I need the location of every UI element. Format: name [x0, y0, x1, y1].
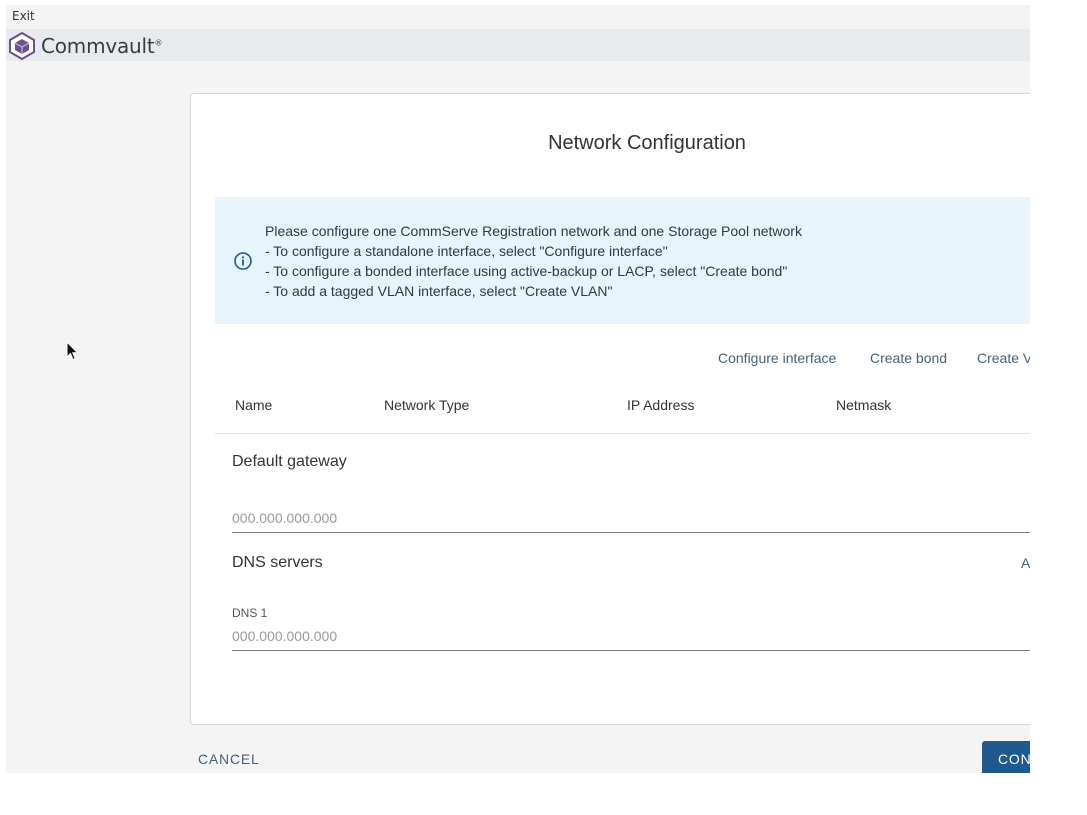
commvault-logo-icon	[9, 32, 35, 60]
network-config-dialog: Network Configuration Please configure o…	[190, 93, 1030, 725]
cancel-button[interactable]: CANCEL	[198, 751, 260, 767]
network-table-header: Name Network Type IP Address Netmask	[215, 384, 1030, 434]
column-header-name[interactable]: Name	[235, 397, 272, 413]
configure-interface-button[interactable]: Configure interface	[718, 350, 836, 366]
create-bond-button[interactable]: Create bond	[870, 350, 947, 366]
mouse-cursor-icon	[66, 341, 79, 361]
header-bar: Commvault®	[6, 29, 1030, 61]
default-gateway-label: Default gateway	[232, 453, 347, 470]
exit-link[interactable]: Exit	[12, 9, 35, 23]
app-viewport: Exit Commvault® Network Configuration Pl…	[6, 5, 1030, 773]
column-header-network-type[interactable]: Network Type	[384, 397, 469, 413]
brand-name: Commvault®	[41, 34, 163, 58]
info-line: - To add a tagged VLAN interface, select…	[265, 283, 613, 299]
create-vlan-button[interactable]: Create VLAN	[977, 350, 1030, 366]
info-icon	[234, 252, 252, 270]
info-line: - To configure a standalone interface, s…	[265, 243, 668, 259]
column-header-ip-address[interactable]: IP Address	[627, 397, 694, 413]
dns-1-input[interactable]: 000.000.000.000	[232, 628, 1030, 651]
info-line: Please configure one CommServe Registrat…	[265, 223, 802, 239]
dns-1-label: DNS 1	[232, 606, 268, 620]
info-text: Please configure one CommServe Registrat…	[265, 221, 802, 301]
exit-bar: Exit	[6, 5, 1030, 29]
column-header-netmask[interactable]: Netmask	[836, 397, 891, 413]
add-dns-button[interactable]: Add	[1021, 555, 1030, 571]
confirm-button[interactable]: CONFIRM	[982, 741, 1030, 773]
info-line: - To configure a bonded interface using …	[265, 263, 788, 279]
default-gateway-input[interactable]: 000.000.000.000	[232, 510, 1030, 533]
dialog-title: Network Configuration	[548, 132, 746, 154]
dns-servers-label: DNS servers	[232, 554, 323, 571]
commvault-logo: Commvault®	[8, 32, 163, 60]
info-banner: Please configure one CommServe Registrat…	[215, 197, 1030, 324]
